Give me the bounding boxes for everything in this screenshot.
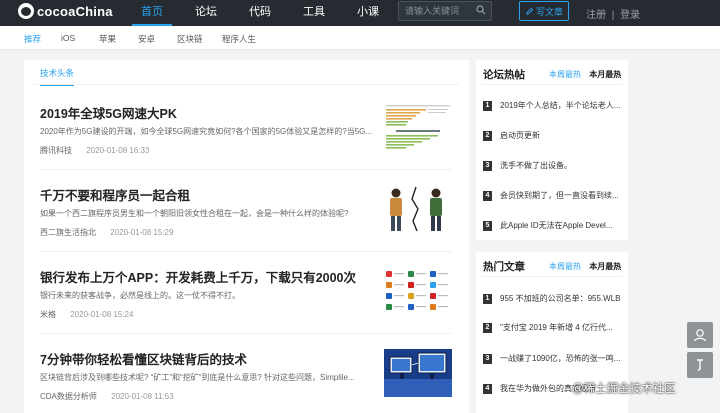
- hot-post-title[interactable]: 启动页更新: [500, 131, 622, 141]
- write-article-label: 写文章: [535, 6, 563, 17]
- logo-text: cocoaChina: [37, 3, 113, 19]
- main-nav: 首页 论坛 代码 工具 小课: [132, 0, 402, 26]
- hot-articles-tabs: 本周最热 本月最热: [549, 261, 621, 272]
- article-title[interactable]: 7分钟带你轻松看懂区块链背后的技术: [40, 349, 247, 368]
- nav-home[interactable]: 首页: [132, 0, 172, 26]
- category-subnav: 推荐 iOS 苹果 安卓 区块链 程序人生: [0, 26, 720, 50]
- article-time: 2020-01-08 11:53: [111, 392, 174, 401]
- article-author[interactable]: 腾讯科技: [40, 146, 72, 155]
- hot-articles-title: 热门文章: [483, 261, 525, 273]
- site-logo[interactable]: cocoaChina: [18, 3, 113, 19]
- article-meta: 西二旗生活指北 2020-01-08 15:29: [40, 227, 173, 238]
- nav-tools[interactable]: 工具: [294, 0, 334, 26]
- rank-number: 4: [483, 191, 492, 201]
- article-time: 2020-01-08 15:24: [70, 310, 134, 319]
- article-item[interactable]: 银行发布上万个APP：开发耗费上千万，下载只有2000次 银行未来的获客战争，必…: [40, 267, 452, 349]
- article-summary: 银行未来的获客战争，必然是线上的。这一仗不得不打。: [40, 291, 240, 300]
- nav-courses[interactable]: 小课: [348, 0, 388, 26]
- write-article-button[interactable]: 写文章: [519, 1, 569, 21]
- subnav-ios[interactable]: iOS: [61, 33, 75, 43]
- subscribe-button[interactable]: [687, 352, 713, 378]
- register-link[interactable]: 注册: [586, 10, 606, 21]
- article-item[interactable]: 千万不要和程序员一起合租 如果一个西二旗程序员男生和一个朝阳旧领女性合租在一起，…: [40, 185, 452, 267]
- hot-post-item[interactable]: 5 此Apple ID无法在Apple Devel...: [483, 221, 623, 235]
- login-link[interactable]: 登录: [620, 10, 640, 21]
- search-icon[interactable]: [476, 5, 486, 15]
- hot-post-title[interactable]: 2019年个人总结，半个论坛老人...: [500, 101, 622, 111]
- hot-post-item[interactable]: 2 启动页更新: [483, 131, 623, 145]
- hot-article-title[interactable]: 一战赚了1090亿，恐怖的张一鸣...: [500, 354, 622, 364]
- tab-month-hot[interactable]: 本月最热: [589, 70, 621, 79]
- article-author[interactable]: 西二旗生活指北: [40, 228, 96, 237]
- rank-number: 1: [483, 101, 492, 111]
- article-summary: 2020年作为5G建设的开端，如今全球5G网速究竟如何?各个国家的5G体验又是怎…: [40, 127, 373, 136]
- thumbnail-roommates-illustration[interactable]: [384, 185, 452, 233]
- rank-number: 4: [483, 384, 492, 394]
- subnav-blockchain[interactable]: 区块链: [177, 33, 203, 45]
- section-divider: [34, 84, 459, 85]
- hot-post-item[interactable]: 1 2019年个人总结，半个论坛老人...: [483, 101, 623, 115]
- thumbnail-blockchain-monitors[interactable]: [384, 349, 452, 397]
- subnav-programmer-life[interactable]: 程序人生: [222, 33, 256, 45]
- hot-post-item[interactable]: 4 会员快到期了，但一直没看到续...: [483, 191, 623, 205]
- watermark-text: @稀土掘金技术社区: [572, 383, 676, 395]
- hot-post-item[interactable]: 3 洗手不做了出设备。: [483, 161, 623, 175]
- rank-number: 3: [483, 161, 492, 171]
- hot-posts-title: 论坛热帖: [483, 69, 525, 81]
- user-support-icon: [693, 329, 707, 342]
- thumbnail-speed-chart[interactable]: [384, 103, 452, 151]
- article-divider: [40, 169, 452, 170]
- article-item[interactable]: 2019年全球5G网速大PK 2020年作为5G建设的开端，如今全球5G网速究竟…: [40, 103, 452, 185]
- article-author[interactable]: CDA数据分析师: [40, 392, 97, 401]
- hot-post-title[interactable]: 洗手不做了出设备。: [500, 161, 622, 171]
- hot-article-item[interactable]: 1 955 不加班的公司名单：955.WLB: [483, 294, 623, 308]
- subnav-android[interactable]: 安卓: [138, 33, 155, 45]
- pencil-icon: [526, 7, 534, 15]
- article-divider: [40, 251, 452, 252]
- tab-month-hot[interactable]: 本月最热: [589, 262, 621, 271]
- thumbnail-bank-apps-grid[interactable]: [384, 267, 452, 315]
- subnav-recommend[interactable]: 推荐: [24, 33, 41, 45]
- hot-article-title[interactable]: 955 不加班的公司名单：955.WLB: [500, 294, 622, 304]
- tab-week-hot[interactable]: 本周最热: [549, 70, 581, 79]
- tab-week-hot[interactable]: 本周最热: [549, 262, 581, 271]
- article-time: 2020-01-08 16:33: [86, 146, 150, 155]
- article-meta: 腾讯科技 2020-01-08 16:33: [40, 145, 149, 156]
- rank-number: 5: [483, 221, 492, 231]
- hot-post-title[interactable]: 会员快到期了，但一直没看到续...: [500, 191, 622, 201]
- hot-article-title[interactable]: "支付宝 2019 年新增 4 亿行代...: [500, 323, 622, 333]
- rank-number: 2: [483, 323, 492, 333]
- article-meta: 米格 2020-01-08 15:24: [40, 309, 133, 320]
- article-meta: CDA数据分析师 2020-01-08 11:53: [40, 391, 174, 402]
- subscribe-icon: [697, 359, 703, 372]
- article-divider: [40, 333, 452, 334]
- subnav-apple[interactable]: 苹果: [99, 33, 116, 45]
- logo-mark-icon: [18, 3, 34, 19]
- article-title[interactable]: 2019年全球5G网速大PK: [40, 103, 177, 122]
- article-time: 2020-01-08 15:29: [110, 228, 174, 237]
- nav-forum[interactable]: 论坛: [186, 0, 226, 26]
- article-summary: 区块链背后涉及到哪些技术呢? “矿工”和“挖矿”到底是什么意思? 针对这些问题，…: [40, 373, 355, 382]
- auth-links: 注册 | 登录: [586, 6, 640, 21]
- article-summary: 如果一个西二旗程序员男生和一个朝阳旧领女性合租在一起，会是一种什么样的体验呢?: [40, 209, 349, 218]
- forum-hot-posts-card: 论坛热帖 本周最热 本月最热 1 2019年个人总结，半个论坛老人... 2 启…: [476, 60, 628, 240]
- card-divider: [482, 276, 622, 277]
- hot-article-item[interactable]: 2 "支付宝 2019 年新增 4 亿行代...: [483, 323, 623, 337]
- auth-separator: |: [611, 10, 615, 21]
- card-divider: [482, 84, 622, 85]
- top-navbar: cocoaChina 首页 论坛 代码 工具 小课 写文章 注册 | 登录: [0, 0, 720, 26]
- customer-service-button[interactable]: [687, 322, 713, 348]
- hot-posts-tabs: 本周最热 本月最热: [549, 69, 621, 80]
- rank-number: 3: [483, 354, 492, 364]
- article-list-panel: 技术头条 2019年全球5G网速大PK 2020年作为5G建设的开端，如今全球5…: [24, 60, 469, 413]
- hot-post-title[interactable]: 此Apple ID无法在Apple Devel...: [500, 221, 622, 231]
- rank-number: 1: [483, 294, 492, 304]
- nav-code[interactable]: 代码: [240, 0, 280, 26]
- article-item[interactable]: 7分钟带你轻松看懂区块链背后的技术 区块链背后涉及到哪些技术呢? “矿工”和“挖…: [40, 349, 452, 413]
- article-title[interactable]: 千万不要和程序员一起合租: [40, 185, 190, 204]
- article-author[interactable]: 米格: [40, 310, 56, 319]
- hot-article-item[interactable]: 3 一战赚了1090亿，恐怖的张一鸣...: [483, 354, 623, 368]
- article-title[interactable]: 银行发布上万个APP：开发耗费上千万，下载只有2000次: [40, 267, 356, 286]
- rank-number: 2: [483, 131, 492, 141]
